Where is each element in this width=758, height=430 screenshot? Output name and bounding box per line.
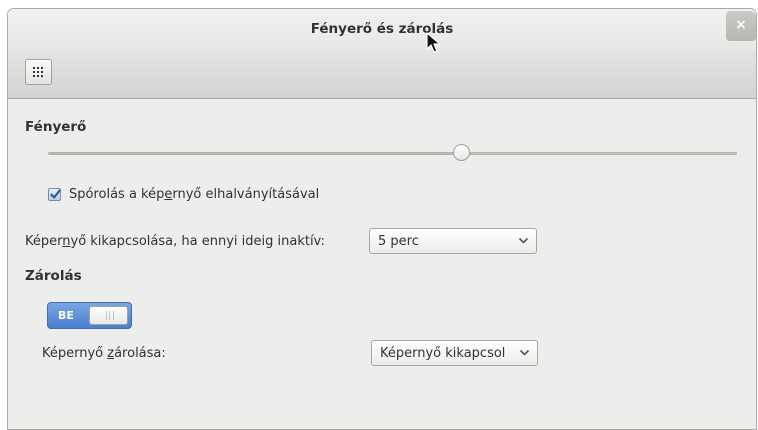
- toolbar: [8, 50, 756, 99]
- switch-thumb[interactable]: [89, 306, 128, 325]
- settings-window: Fényerő és zárolás × Fényerő Spórolás a …: [7, 8, 757, 430]
- checkmark-icon: [50, 189, 61, 199]
- grip-icon: [106, 311, 114, 320]
- screen-off-delay-value: 5 perc: [378, 234, 419, 249]
- screen-off-label: Képernyő kikapcsolása, ha ennyi ideig in…: [25, 234, 325, 249]
- dim-screen-checkbox[interactable]: [48, 188, 61, 201]
- dim-screen-label: Spórolás a képernyő elhalványításával: [69, 187, 320, 202]
- title-bar[interactable]: Fényerő és zárolás ×: [8, 9, 756, 51]
- screen-lock-label: Képernyő zárolása:: [42, 346, 166, 361]
- app-grid-icon: [33, 67, 43, 77]
- chevron-down-icon: [518, 237, 529, 244]
- close-button[interactable]: ×: [726, 11, 756, 41]
- brightness-slider-fill: [49, 153, 462, 154]
- screen-lock-delay-dropdown[interactable]: Képernyő kikapcsol: [371, 340, 538, 366]
- switch-on-label: BE: [58, 309, 74, 322]
- brightness-heading: Fényerő: [25, 119, 87, 135]
- screen-lock-delay-value: Képernyő kikapcsol: [380, 346, 506, 361]
- show-all-settings-button[interactable]: [25, 59, 52, 85]
- lock-switch[interactable]: BE: [47, 302, 132, 329]
- lock-heading: Zárolás: [25, 268, 82, 284]
- screen-off-delay-dropdown[interactable]: 5 perc: [369, 228, 537, 254]
- mouse-pointer-icon: [426, 32, 441, 53]
- dim-screen-option[interactable]: Spórolás a képernyő elhalványításával: [48, 187, 319, 202]
- window-title: Fényerő és zárolás: [310, 21, 454, 37]
- brightness-slider[interactable]: [48, 144, 737, 161]
- settings-content: [8, 99, 756, 429]
- chevron-down-icon: [519, 349, 530, 356]
